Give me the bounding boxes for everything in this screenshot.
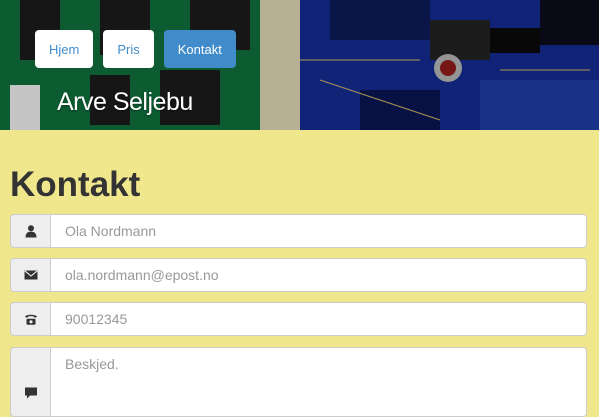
phone-input-wrapper <box>50 302 587 336</box>
main-nav: Hjem Pris Kontakt <box>35 30 236 68</box>
email-input[interactable] <box>63 266 574 284</box>
message-field-group <box>10 347 587 417</box>
header-banner: Hjem Pris Kontakt Arve Seljebu <box>0 0 599 130</box>
user-icon <box>10 214 50 248</box>
email-field-group <box>10 258 587 292</box>
phone-icon <box>10 302 50 336</box>
nav-item-hjem[interactable]: Hjem <box>35 30 94 68</box>
phone-field-group <box>10 302 587 336</box>
page-title: Kontakt <box>10 165 141 204</box>
nav-item-kontakt[interactable]: Kontakt <box>163 30 236 68</box>
message-textarea[interactable] <box>63 354 574 414</box>
name-input-wrapper <box>50 214 587 248</box>
name-input[interactable] <box>63 222 574 240</box>
message-input-wrapper <box>50 347 587 417</box>
phone-input[interactable] <box>63 310 574 328</box>
name-field-group <box>10 214 587 248</box>
email-input-wrapper <box>50 258 587 292</box>
envelope-icon <box>10 258 50 292</box>
comment-icon <box>10 347 50 417</box>
nav-item-pris[interactable]: Pris <box>103 30 154 68</box>
site-title: Arve Seljebu <box>57 88 193 116</box>
